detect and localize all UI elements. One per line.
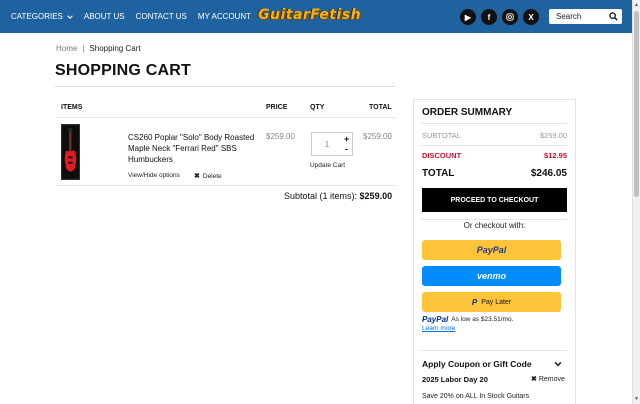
summary-discount-label: DISCOUNT: [422, 151, 462, 160]
coupon-description: Save 20% on ALL In Stock Guitars: [422, 393, 530, 400]
social-links: ▶ f X: [460, 9, 539, 25]
site-header: CATEGORIES ABOUT US CONTACT US MY ACCOUN…: [0, 0, 632, 33]
nav-categories-label: CATEGORIES: [11, 12, 63, 21]
scroll-down-icon[interactable]: ▼: [634, 396, 639, 402]
paypal-button[interactable]: PayPal: [422, 240, 561, 260]
order-summary-title: ORDER SUMMARY: [422, 107, 513, 118]
paylater-amount: As low as $23.51/mo.: [451, 316, 514, 323]
column-header-price: PRICE: [266, 104, 288, 111]
scroll-up-icon[interactable]: ▲: [634, 2, 639, 8]
summary-subtotal-label: SUBTOTAL: [422, 131, 461, 140]
header-divider: [56, 117, 396, 118]
chevron-down-icon[interactable]: [554, 360, 562, 368]
view-hide-options-link[interactable]: View/Hide options: [128, 172, 180, 179]
summary-total-row: TOTAL $246.05: [422, 168, 567, 179]
main-nav: CATEGORIES ABOUT US CONTACT US MY ACCOUN…: [11, 12, 251, 21]
x-icon[interactable]: X: [523, 9, 539, 25]
title-divider: [55, 86, 395, 87]
scrollbar-thumb[interactable]: [634, 11, 639, 197]
search-placeholder: Search: [556, 12, 582, 21]
item-total: $259.00: [363, 132, 392, 141]
learn-more-link[interactable]: Learn more: [422, 325, 455, 332]
column-header-items: ITEMS: [61, 104, 83, 111]
nav-categories[interactable]: CATEGORIES: [11, 12, 73, 21]
alt-checkout-label: Or checkout with:: [463, 221, 526, 230]
search-icon[interactable]: [609, 12, 618, 21]
applied-coupon-name: 2025 Labor Day 20: [422, 375, 488, 384]
close-icon: ✖: [194, 173, 200, 180]
breadcrumb-separator: |: [82, 44, 85, 53]
summary-subtotal-value: $259.00: [539, 131, 567, 140]
product-name[interactable]: CS260 Poplar "Solo" Body Roasted Maple N…: [128, 132, 256, 165]
subtotal-label: Subtotal (1 items):: [284, 191, 358, 201]
breadcrumb-current: Shopping Cart: [89, 44, 141, 53]
venmo-button[interactable]: venmo: [422, 266, 561, 286]
product-image[interactable]: [61, 124, 80, 180]
pay-later-label: Pay Later: [481, 298, 512, 306]
summary-divider: [421, 350, 567, 351]
youtube-icon[interactable]: ▶: [460, 9, 476, 25]
nav-my-account[interactable]: MY ACCOUNT: [198, 12, 251, 21]
breadcrumb: Home | Shopping Cart: [56, 44, 141, 53]
breadcrumb-home[interactable]: Home: [56, 44, 77, 53]
quantity-increase-button[interactable]: +: [344, 134, 349, 144]
instagram-icon[interactable]: [502, 9, 518, 25]
column-header-qty: QTY: [310, 104, 325, 111]
remove-coupon-label: Remove: [538, 376, 565, 383]
page-title: SHOPPING CART: [55, 62, 191, 79]
summary-divider: [421, 145, 567, 146]
paypal-logo: PayPal: [422, 315, 449, 324]
column-header-total: TOTAL: [369, 104, 392, 111]
quantity-decrease-button[interactable]: -: [345, 144, 348, 154]
facebook-icon[interactable]: f: [481, 9, 497, 25]
item-divider: [56, 185, 396, 186]
chevron-down-icon: [67, 14, 73, 19]
quantity-value[interactable]: 1: [312, 140, 342, 149]
remove-coupon-button[interactable]: ✖ Remove: [531, 375, 565, 383]
summary-divider: [421, 123, 567, 124]
quantity-stepper[interactable]: 1 + -: [311, 132, 353, 156]
summary-subtotal-row: SUBTOTAL $259.00: [422, 131, 567, 140]
cart-subtotal: Subtotal (1 items): $259.00: [284, 191, 392, 201]
close-icon: ✖: [531, 376, 537, 383]
nav-about-us[interactable]: ABOUT US: [84, 12, 125, 21]
summary-discount-value: $12.95: [544, 151, 567, 160]
subtotal-value: $259.00: [359, 191, 393, 201]
update-cart-button[interactable]: Update Cart: [310, 162, 345, 169]
paypal-icon: P: [471, 297, 478, 307]
summary-discount-row: DISCOUNT $12.95: [422, 151, 567, 160]
coupon-section-toggle[interactable]: Apply Coupon or Gift Code: [422, 359, 532, 369]
paypal-pay-later-button[interactable]: P Pay Later: [422, 292, 561, 312]
scrollbar[interactable]: ▲ ▼: [632, 0, 640, 404]
item-price: $259.00: [266, 132, 295, 141]
nav-contact-us[interactable]: CONTACT US: [136, 12, 187, 21]
summary-total-value: $246.05: [530, 168, 567, 179]
delete-label: Delete: [202, 172, 222, 180]
search-input[interactable]: Search: [549, 9, 622, 24]
proceed-to-checkout-button[interactable]: PROCEED TO CHECKOUT: [422, 188, 567, 212]
paylater-message: PayPal As low as $23.51/mo.: [422, 315, 513, 324]
summary-divider: [421, 219, 567, 220]
site-logo[interactable]: GuitarFetish: [258, 7, 361, 23]
summary-total-label: TOTAL: [422, 168, 455, 179]
delete-button[interactable]: ✖ Delete: [194, 172, 222, 181]
